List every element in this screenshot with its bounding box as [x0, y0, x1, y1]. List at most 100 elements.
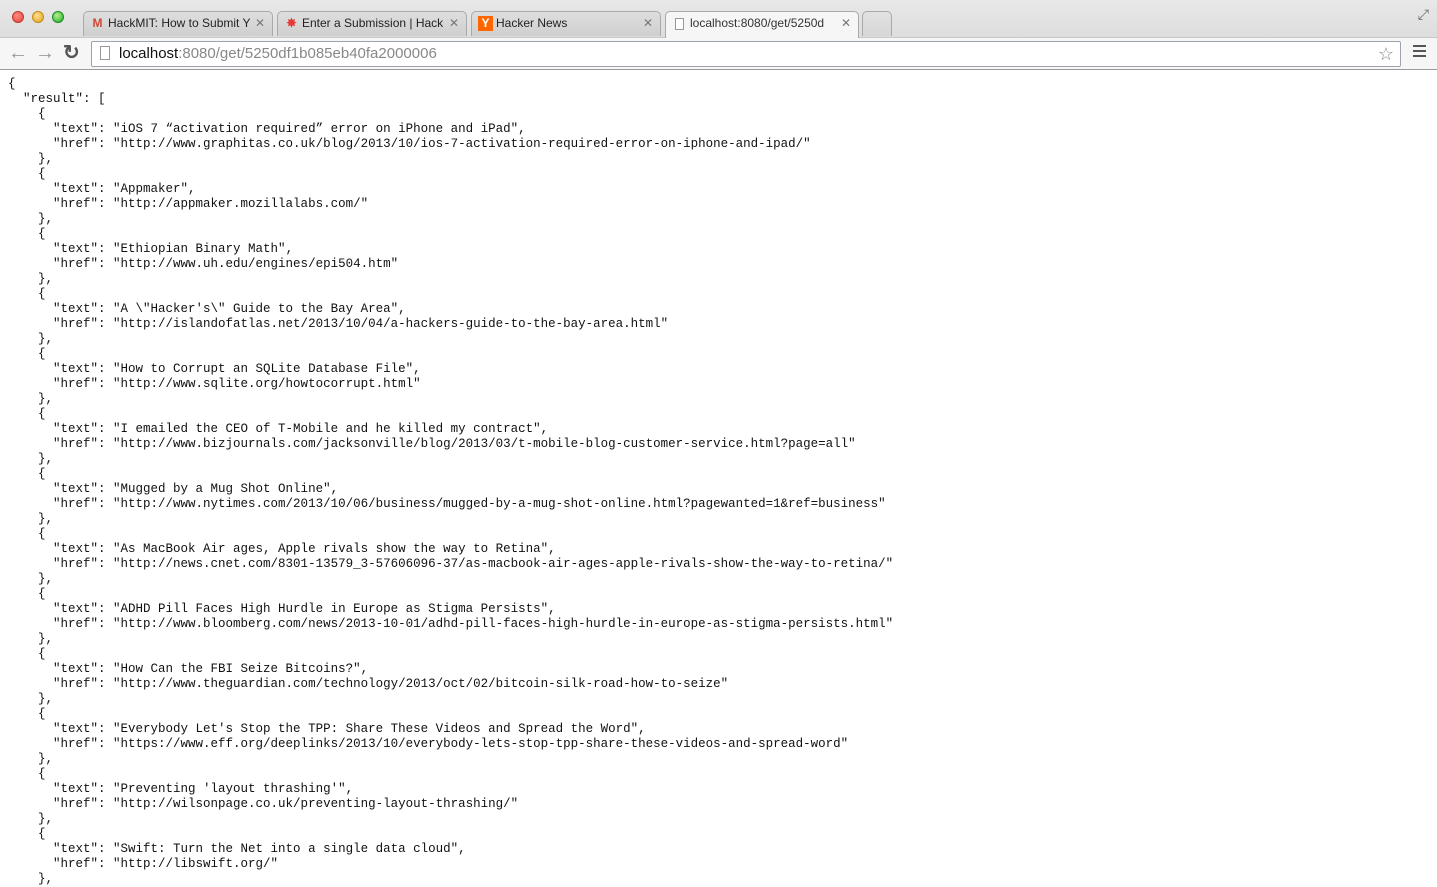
json-href-key: "href": — [8, 137, 114, 151]
json-brace: { — [38, 167, 46, 181]
reload-button[interactable]: ↻ — [63, 41, 80, 65]
json-comma: , — [398, 302, 406, 316]
close-icon[interactable]: ✕ — [255, 12, 265, 35]
json-brace: { — [38, 407, 46, 421]
json-text-key: "text": — [8, 242, 114, 256]
json-item: { "text": "I emailed the CEO of T-Mobile… — [8, 407, 893, 467]
json-href-value: "http://www.graphitas.co.uk/blog/2013/10… — [113, 137, 811, 151]
toolbar: ← → ↻ localhost:8080/get/5250df1b085eb40… — [0, 37, 1437, 69]
menu-icon[interactable] — [1413, 45, 1426, 60]
json-item: { "text": "iOS 7 “activation required” e… — [8, 107, 893, 167]
json-text-key: "text": — [8, 182, 114, 196]
json-text-value: "Mugged by a Mug Shot Online" — [113, 482, 331, 496]
json-text-value: "ADHD Pill Faces High Hurdle in Europe a… — [113, 602, 549, 616]
json-href-value: "http://www.uh.edu/engines/epi504.htm" — [113, 257, 399, 271]
json-text-value: "Everybody Let's Stop the TPP: Share The… — [113, 722, 639, 736]
json-brace: }, — [38, 272, 54, 286]
json-text-value: "I emailed the CEO of T-Mobile and he ki… — [113, 422, 541, 436]
new-tab-button[interactable] — [862, 11, 892, 36]
json-brace: }, — [38, 212, 54, 226]
json-text-value: "How Can the FBI Seize Bitcoins?" — [113, 662, 361, 676]
page-icon — [672, 16, 687, 31]
fullscreen-icon[interactable]: ⤢ — [1418, 6, 1429, 23]
json-href-key: "href": — [8, 737, 114, 751]
json-item: { "text": "How Can the FBI Seize Bitcoin… — [8, 647, 893, 707]
close-icon[interactable]: ✕ — [449, 12, 459, 35]
json-href-value: "http://www.theguardian.com/technology/2… — [113, 677, 729, 691]
json-item: { "text": "Ethiopian Binary Math", "href… — [8, 227, 893, 287]
json-text-key: "text": — [8, 662, 114, 676]
json-href-value: "http://www.bizjournals.com/jacksonville… — [113, 437, 856, 451]
json-href-key: "href": — [8, 377, 114, 391]
tab-hackmit[interactable]: M HackMIT: How to Submit Y ✕ — [83, 11, 273, 36]
close-window-button[interactable] — [12, 11, 24, 23]
json-brace: }, — [38, 512, 54, 526]
json-item: { "text": "Everybody Let's Stop the TPP:… — [8, 707, 893, 767]
json-text-key: "text": — [8, 122, 114, 136]
json-comma: , — [345, 782, 354, 796]
json-brace: { — [38, 647, 46, 661]
json-href-key: "href": — [8, 497, 114, 511]
close-icon[interactable]: ✕ — [643, 12, 653, 35]
json-href-value: "http://www.sqlite.org/howtocorrupt.html… — [113, 377, 421, 391]
forward-button[interactable]: → — [35, 41, 55, 65]
tab-title: Enter a Submission | Hack — [302, 16, 444, 30]
json-text-value: "As MacBook Air ages, Apple rivals show … — [113, 542, 549, 556]
bookmark-star-icon[interactable]: ☆ — [1378, 42, 1394, 66]
json-brace: }, — [38, 332, 54, 346]
json-href-value: "http://islandofatlas.net/2013/10/04/a-h… — [113, 317, 669, 331]
tab-title: localhost:8080/get/5250d — [690, 16, 825, 30]
json-brace: }, — [38, 152, 54, 166]
json-brace: }, — [38, 692, 54, 706]
url-host: localhost — [119, 45, 179, 62]
json-brace: { — [38, 707, 46, 721]
json-text-value: "How to Corrupt an SQLite Database File" — [113, 362, 414, 376]
json-brace: { — [38, 287, 46, 301]
json-item: { "text": "Mugged by a Mug Shot Online",… — [8, 467, 893, 527]
json-brace: }, — [38, 452, 54, 466]
json-comma: , — [330, 482, 339, 496]
json-brace: }, — [38, 632, 54, 646]
tab-localhost[interactable]: localhost:8080/get/5250d ✕ — [665, 11, 859, 38]
close-icon[interactable]: ✕ — [841, 12, 851, 35]
y-combinator-icon: Y — [478, 16, 493, 31]
tab-enter-submission[interactable]: ✸ Enter a Submission | Hack ✕ — [277, 11, 467, 36]
json-brace: }, — [38, 872, 54, 886]
json-brace: { — [38, 587, 46, 601]
json-href-value: "http://news.cnet.com/8301-13579_3-57606… — [113, 557, 894, 571]
json-brace: }, — [38, 752, 54, 766]
json-comma: , — [413, 362, 421, 376]
json-comma: , — [548, 602, 556, 616]
json-brace: { — [38, 347, 46, 361]
back-button[interactable]: ← — [8, 41, 28, 65]
json-item: { "text": "A \"Hacker's\" Guide to the B… — [8, 287, 893, 347]
json-href-value: "http://wilsonpage.co.uk/preventing-layo… — [113, 797, 519, 811]
json-text-value: "iOS 7 “activation required” error on iP… — [113, 122, 519, 136]
minimize-window-button[interactable] — [32, 11, 44, 23]
json-open-brace: { — [8, 77, 16, 91]
address-bar[interactable]: localhost:8080/get/5250df1b085eb40fa2000… — [91, 41, 1401, 67]
json-href-key: "href": — [8, 317, 114, 331]
json-item: { "text": "How to Corrupt an SQLite Data… — [8, 347, 893, 407]
json-comma: , — [548, 542, 556, 556]
json-text-key: "text": — [8, 362, 114, 376]
json-text-value: "A \"Hacker's\" Guide to the Bay Area" — [113, 302, 399, 316]
json-href-value: "https://www.eff.org/deeplinks/2013/10/e… — [113, 737, 849, 751]
json-comma: , — [458, 842, 466, 856]
pinwheel-icon: ✸ — [286, 16, 297, 30]
json-brace: { — [38, 767, 46, 781]
tab-hacker-news[interactable]: Y Hacker News ✕ — [471, 11, 661, 36]
json-href-key: "href": — [8, 197, 114, 211]
url-text: localhost:8080/get/5250df1b085eb40fa2000… — [119, 42, 437, 66]
tab-title: HackMIT: How to Submit Y — [108, 16, 250, 30]
json-brace: }, — [38, 392, 54, 406]
zoom-window-button[interactable] — [52, 11, 64, 23]
json-brace: { — [38, 107, 46, 121]
json-result-key: "result": [ — [8, 92, 106, 106]
json-brace: { — [38, 527, 46, 541]
json-items: { "text": "iOS 7 “activation required” e… — [8, 107, 893, 887]
json-text-key: "text": — [8, 602, 114, 616]
json-text-key: "text": — [8, 722, 114, 736]
page-icon — [100, 46, 110, 60]
json-brace: { — [38, 467, 46, 481]
